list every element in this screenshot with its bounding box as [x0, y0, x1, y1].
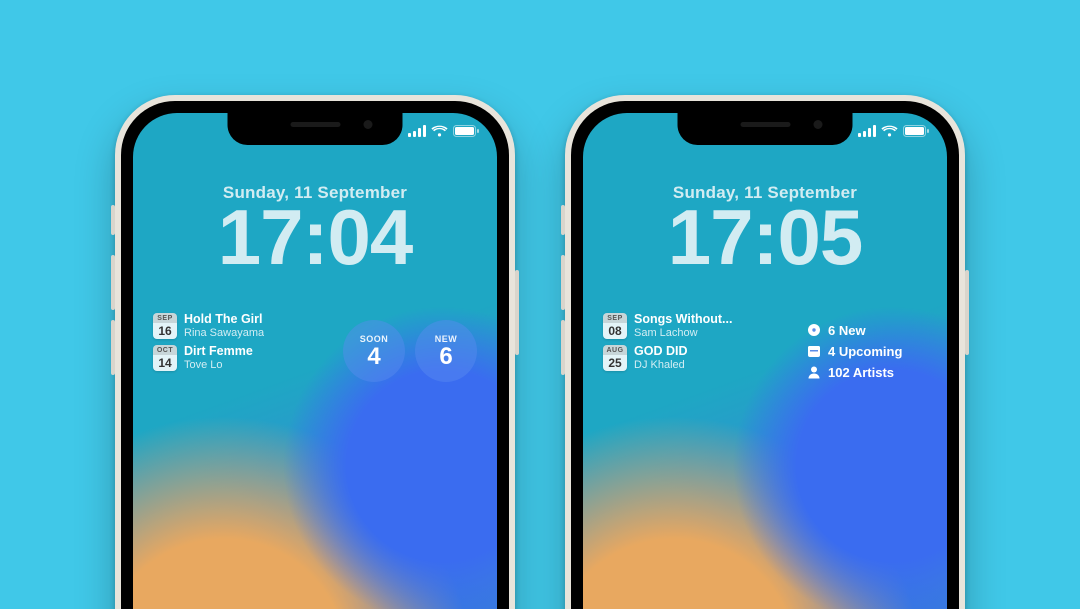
calendar-icon	[807, 344, 821, 358]
phone-mockup-right: Sunday, 11 September 17:05 SEP 08 Songs …	[565, 95, 965, 609]
release-artist: Tove Lo	[184, 359, 253, 371]
calendar-badge: OCT 14	[153, 345, 177, 371]
cellular-icon	[408, 125, 426, 137]
status-bar	[408, 125, 479, 137]
phone-mockup-left: Sunday, 11 September 17:04 SEP 16 Hold T…	[115, 95, 515, 609]
circle-value: 6	[439, 345, 452, 369]
status-bar	[858, 125, 929, 137]
person-icon	[807, 365, 821, 379]
circle-value: 4	[367, 345, 380, 369]
disc-icon	[807, 323, 821, 337]
cellular-icon	[858, 125, 876, 137]
release-title: Dirt Femme	[184, 345, 253, 359]
mute-switch	[111, 205, 115, 235]
circle-label: NEW	[435, 334, 458, 344]
wifi-icon	[431, 125, 448, 137]
soon-count-widget[interactable]: SOON 4	[343, 320, 405, 382]
release-artist: Rina Sawayama	[184, 327, 264, 339]
calendar-badge: SEP 16	[153, 313, 177, 339]
new-count-widget[interactable]: NEW 6	[415, 320, 477, 382]
volume-up-button	[561, 255, 565, 310]
lock-screen[interactable]: Sunday, 11 September 17:05 SEP 08 Songs …	[583, 113, 947, 609]
stat-new: 6 New	[807, 323, 927, 338]
lock-screen[interactable]: Sunday, 11 September 17:04 SEP 16 Hold T…	[133, 113, 497, 609]
release-title: Songs Without...	[634, 313, 732, 327]
release-title: Hold The Girl	[184, 313, 264, 327]
notch	[228, 113, 403, 145]
lockscreen-time: 17:05	[583, 197, 947, 279]
releases-widget[interactable]: SEP 08 Songs Without... Sam Lachow AUG	[603, 311, 795, 391]
notch	[678, 113, 853, 145]
release-item: OCT 14 Dirt Femme Tove Lo	[153, 345, 331, 371]
calendar-badge: AUG 25	[603, 345, 627, 371]
volume-down-button	[111, 320, 115, 375]
lockscreen-time: 17:04	[133, 197, 497, 279]
releases-widget[interactable]: SEP 16 Hold The Girl Rina Sawayama OCT	[153, 311, 331, 391]
side-button	[515, 270, 519, 355]
stat-upcoming: 4 Upcoming	[807, 344, 927, 359]
release-item: AUG 25 GOD DID DJ Khaled	[603, 345, 795, 371]
calendar-badge: SEP 08	[603, 313, 627, 339]
circle-label: SOON	[360, 334, 389, 344]
mute-switch	[561, 205, 565, 235]
volume-up-button	[111, 255, 115, 310]
promo-stage: Sunday, 11 September 17:04 SEP 16 Hold T…	[0, 0, 1080, 609]
lockscreen-widgets: SEP 08 Songs Without... Sam Lachow AUG	[603, 311, 927, 391]
release-item: SEP 08 Songs Without... Sam Lachow	[603, 313, 795, 339]
battery-icon	[903, 125, 929, 137]
stats-widget[interactable]: 6 New 4 Upcoming 102 Artists	[807, 311, 927, 391]
stat-artists: 102 Artists	[807, 365, 927, 380]
release-title: GOD DID	[634, 345, 687, 359]
release-artist: Sam Lachow	[634, 327, 732, 339]
volume-down-button	[561, 320, 565, 375]
lockscreen-widgets: SEP 16 Hold The Girl Rina Sawayama OCT	[153, 311, 477, 391]
wifi-icon	[881, 125, 898, 137]
battery-icon	[453, 125, 479, 137]
side-button	[965, 270, 969, 355]
release-artist: DJ Khaled	[634, 359, 687, 371]
release-item: SEP 16 Hold The Girl Rina Sawayama	[153, 313, 331, 339]
